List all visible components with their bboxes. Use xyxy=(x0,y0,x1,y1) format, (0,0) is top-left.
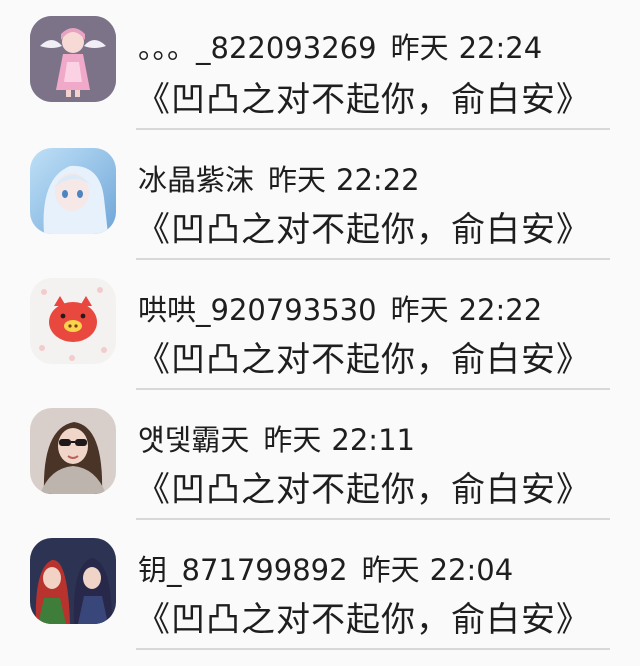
avatar[interactable] xyxy=(30,408,116,494)
comment-item[interactable]: 钥_871799892 昨天 22:04 《凹凸之对不起你，俞白安》 xyxy=(0,520,640,650)
avatar[interactable] xyxy=(30,278,116,364)
username[interactable]: 冰晶紫沫 xyxy=(138,163,254,197)
comment-item[interactable]: 哄哄_920793530 昨天 22:22 《凹凸之对不起你，俞白安》 xyxy=(0,260,640,390)
username[interactable]: 。。。_822093269 xyxy=(138,31,377,65)
comment-date: 昨天 xyxy=(361,553,420,587)
comment-text: 《凹凸之对不起你，俞白安》 xyxy=(136,340,591,380)
username[interactable]: 얫뎇霸天 xyxy=(138,423,249,457)
comment-time: 22:04 xyxy=(429,553,514,587)
anime-duo-avatar xyxy=(30,538,116,624)
username[interactable]: 哄哄_920793530 xyxy=(138,293,377,327)
comment-text: 《凹凸之对不起你，俞白安》 xyxy=(136,470,591,510)
woman-sunglasses-avatar xyxy=(30,408,116,494)
comment-time: 22:11 xyxy=(331,423,415,457)
comment-text: 《凹凸之对不起你，俞白安》 xyxy=(136,600,591,640)
comment-date: 昨天 xyxy=(268,163,327,197)
comment-time: 22:24 xyxy=(458,31,543,65)
divider xyxy=(136,648,610,650)
comment-item[interactable]: 얫뎇霸天 昨天 22:11 《凹凸之对不起你，俞白安》 xyxy=(0,390,640,520)
avatar[interactable] xyxy=(30,538,116,624)
comment-time: 22:22 xyxy=(336,163,420,197)
comment-item[interactable]: 冰晶紫沫 昨天 22:22 《凹凸之对不起你，俞白安》 xyxy=(0,130,640,260)
comment-time: 22:22 xyxy=(458,293,543,327)
comment-meta: 钥_871799892 昨天 22:04 xyxy=(138,553,513,587)
comment-item[interactable]: 。。。_822093269 昨天 22:24 《凹凸之对不起你，俞白安》 xyxy=(0,0,640,130)
blue-anime-girl-avatar xyxy=(30,148,116,234)
avatar[interactable] xyxy=(30,16,116,102)
pink-angel-girl-avatar xyxy=(30,16,116,102)
username[interactable]: 钥_871799892 xyxy=(138,553,348,587)
comment-date: 昨天 xyxy=(390,31,449,65)
comment-text: 《凹凸之对不起你，俞白安》 xyxy=(136,80,591,120)
comment-meta: 冰晶紫沫 昨天 22:22 xyxy=(138,163,420,197)
comment-meta: 얫뎇霸天 昨天 22:11 xyxy=(138,423,415,457)
comment-date: 昨天 xyxy=(263,423,322,457)
comment-date: 昨天 xyxy=(390,293,449,327)
comment-meta: 。。。_822093269 昨天 22:24 xyxy=(138,31,542,65)
red-pig-avatar xyxy=(30,278,116,364)
comment-meta: 哄哄_920793530 昨天 22:22 xyxy=(138,293,542,327)
comment-text: 《凹凸之对不起你，俞白安》 xyxy=(136,210,591,250)
avatar[interactable] xyxy=(30,148,116,234)
